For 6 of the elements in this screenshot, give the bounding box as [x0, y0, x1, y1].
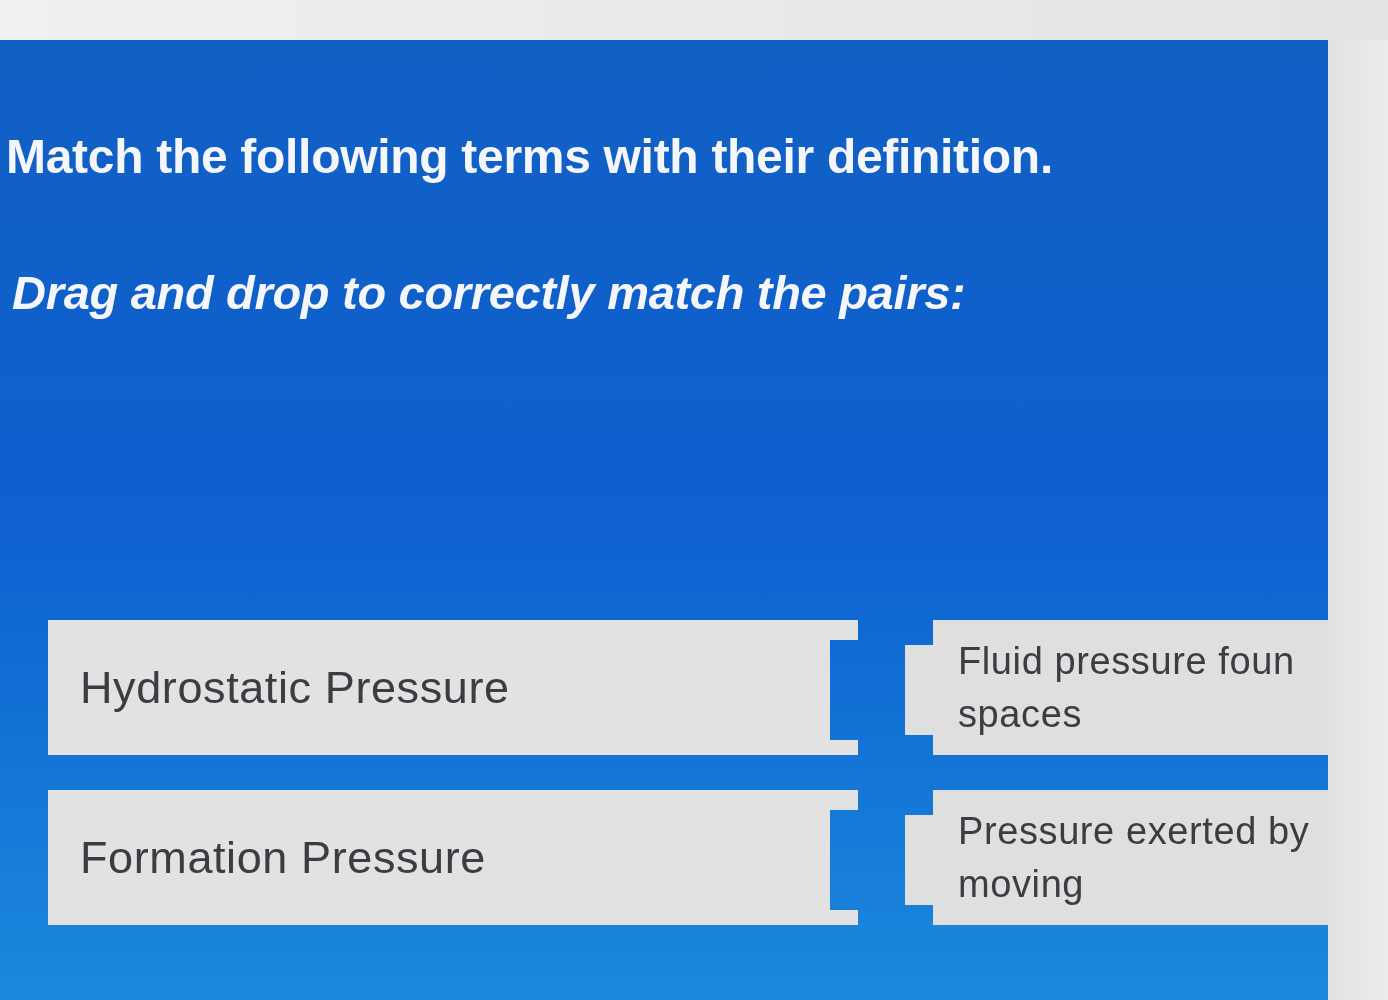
instruction-text: Drag and drop to correctly match the pairs: [11, 265, 966, 321]
term-card[interactable]: Formation Pressure [48, 790, 858, 925]
definition-card[interactable]: Fluid pressure foun spaces [905, 620, 1328, 755]
term-card[interactable]: Hydrostatic Pressure [48, 620, 858, 755]
question-title: Match the following terms with their definition. [5, 129, 1053, 185]
definition-card[interactable]: Pressure exerted by moving [905, 790, 1328, 925]
